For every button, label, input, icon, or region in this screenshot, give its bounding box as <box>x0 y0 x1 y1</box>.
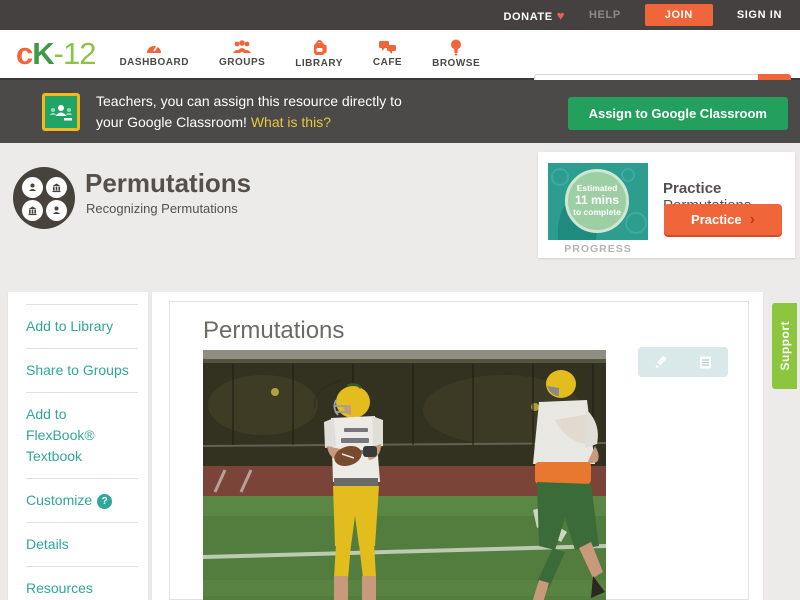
video-modality-icon <box>46 177 67 198</box>
edit-pencil-icon[interactable] <box>653 355 668 370</box>
page-title: Permutations <box>85 168 252 198</box>
lesson-section-card: Permutations <box>169 301 749 600</box>
what-is-this-link[interactable]: What is this? <box>251 114 331 130</box>
google-classroom-banner: Teachers, you can assign this resource d… <box>0 80 800 143</box>
join-button[interactable]: JOIN <box>644 4 713 26</box>
chevron-right-icon: › <box>749 210 755 228</box>
concept-modality-icon[interactable] <box>13 167 75 229</box>
main-navbar: cK-12 DASHBOARD GROUPS LIBRARY CAFE BROW… <box>0 30 800 105</box>
read-modality-icon <box>22 177 43 198</box>
study-modality-icon <box>46 200 67 221</box>
estimated-time-badge: Estimated 11 mins to complete <box>565 169 629 233</box>
sidebar-item-add-to-library[interactable]: Add to Library <box>26 304 138 348</box>
lesson-heading: Permutations <box>203 317 345 344</box>
practice-card: Estimated 11 mins to complete PROGRESS P… <box>538 152 795 258</box>
ck12-logo[interactable]: cK-12 <box>16 36 96 72</box>
google-classroom-icon <box>42 92 80 131</box>
people-icon <box>232 39 252 55</box>
help-question-icon[interactable]: ? <box>97 494 113 509</box>
lesson-panel: Permutations <box>152 292 763 600</box>
backpack-icon <box>311 39 328 56</box>
top-utility-bar: DONATE ♥ HELP JOIN SIGN IN <box>0 0 800 30</box>
nav-dashboard[interactable]: DASHBOARD <box>119 39 189 69</box>
nav-cafe[interactable]: CAFE <box>373 39 402 69</box>
support-tab[interactable]: Support <box>772 303 797 389</box>
nav-groups[interactable]: GROUPS <box>219 39 265 69</box>
lesson-tools <box>638 347 728 377</box>
practice-button[interactable]: Practice › <box>664 204 782 235</box>
sign-in-button[interactable]: SIGN IN <box>737 9 782 21</box>
sidebar-item-resources[interactable]: Resources <box>26 566 138 600</box>
lightbulb-icon <box>450 39 462 56</box>
lesson-photo-football <box>202 350 607 600</box>
banner-message: Teachers, you can assign this resource d… <box>96 93 402 130</box>
practice-modality-icon <box>22 200 43 221</box>
chat-bubbles-icon <box>378 39 397 55</box>
practice-progress-image[interactable]: Estimated 11 mins to complete <box>548 163 648 240</box>
progress-label: PROGRESS <box>564 243 632 255</box>
ck12-lesson-page: DONATE ♥ HELP JOIN SIGN IN cK-12 DASHBOAR… <box>0 0 800 600</box>
nav-browse[interactable]: BROWSE <box>432 39 480 69</box>
notes-document-icon[interactable] <box>698 355 713 370</box>
sidebar-item-details[interactable]: Details <box>26 522 138 566</box>
heart-icon: ♥ <box>556 7 566 23</box>
page-subtitle: Recognizing Permutations <box>86 201 238 216</box>
sidebar-item-share-to-groups[interactable]: Share to Groups <box>26 348 138 392</box>
action-sidebar: Add to Library Share to Groups Add to Fl… <box>8 292 148 600</box>
help-link[interactable]: HELP <box>589 9 621 21</box>
nav-library[interactable]: LIBRARY <box>295 39 343 69</box>
gauge-icon <box>145 39 163 55</box>
assign-to-classroom-button[interactable]: Assign to Google Classroom <box>567 97 788 130</box>
donate-link[interactable]: DONATE ♥ <box>503 8 565 23</box>
sidebar-item-add-to-flexbook[interactable]: Add to FlexBook® Textbook <box>26 392 138 478</box>
sidebar-item-customize[interactable]: Customize? <box>26 478 138 522</box>
